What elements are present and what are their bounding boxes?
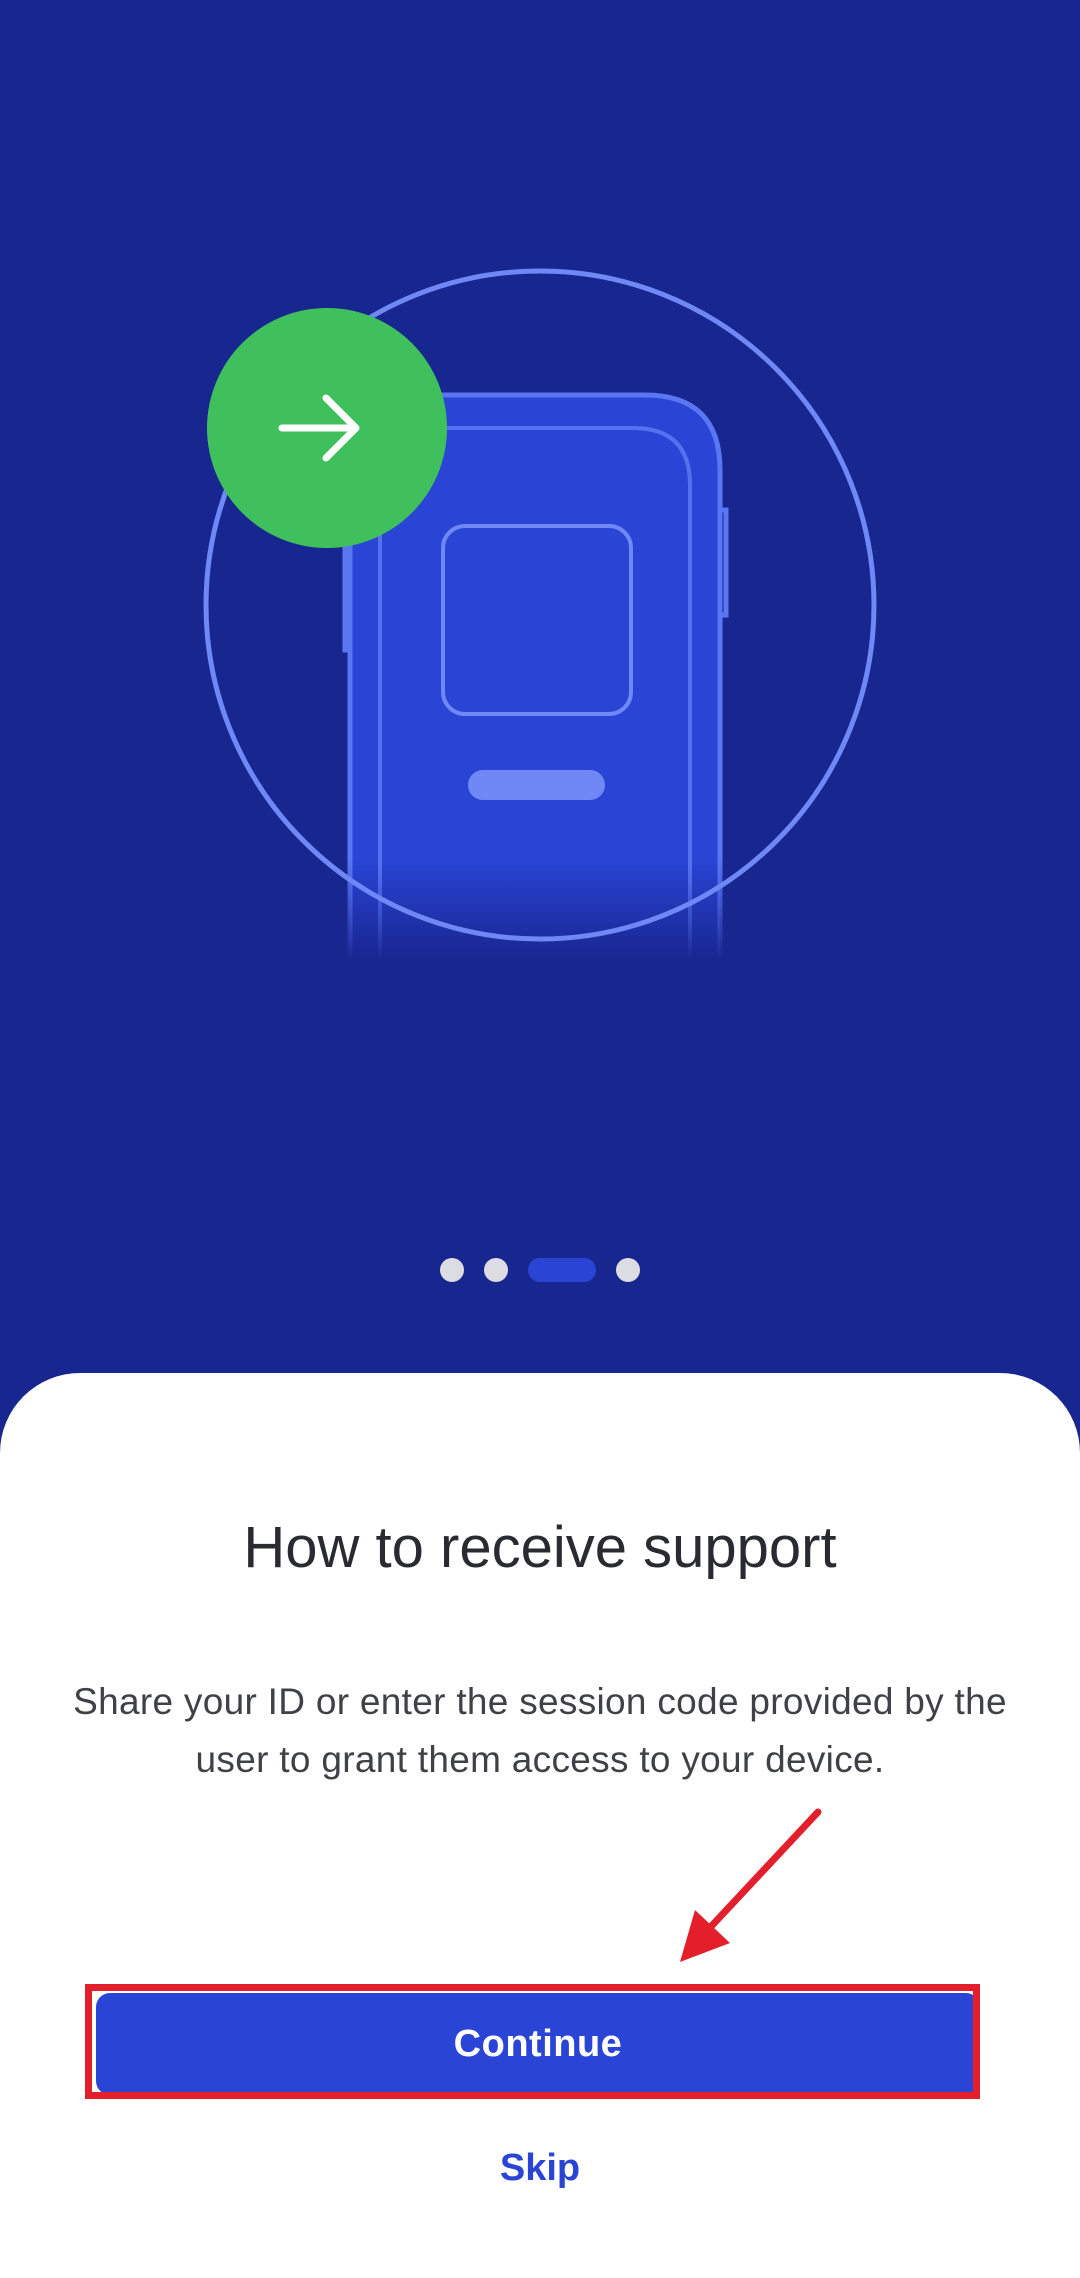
arrow-right-icon [207, 308, 447, 548]
onboarding-screen: How to receive support Share your ID or … [0, 0, 1080, 2278]
hero-section [0, 0, 1080, 1373]
page-dot-1 [440, 1258, 464, 1282]
page-description: Share your ID or enter the session code … [73, 1681, 1007, 1780]
page-dot-2 [484, 1258, 508, 1282]
phone-illustration [203, 268, 877, 960]
continue-button[interactable]: Continue [96, 1993, 980, 2095]
bottom-sheet: How to receive support Share your ID or … [0, 1373, 1080, 2278]
page-indicator [0, 1250, 1080, 1290]
page-dot-3-active [528, 1258, 596, 1282]
skip-button[interactable]: Skip [440, 2133, 640, 2203]
page-dot-4 [616, 1258, 640, 1282]
page-title: How to receive support [243, 1515, 837, 1580]
